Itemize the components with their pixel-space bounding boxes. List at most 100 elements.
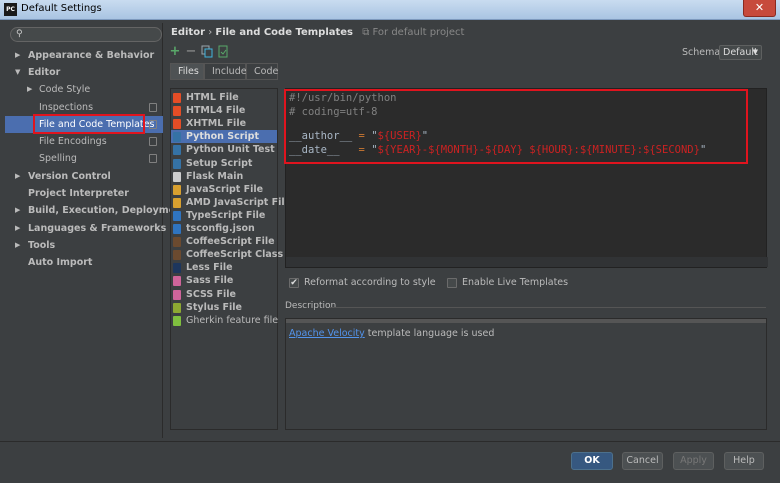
editor-horizontal-scrollbar[interactable] — [286, 257, 768, 267]
tab-includes[interactable]: Includes — [204, 63, 252, 80]
chevron-right-icon[interactable]: ▶ — [15, 237, 20, 254]
project-copy-icon — [149, 103, 157, 112]
template-item-html4-file[interactable]: HTML4 File — [171, 104, 277, 117]
file-type-icon — [173, 210, 181, 221]
apache-velocity-link[interactable]: Apache Velocity — [289, 328, 365, 339]
description-text: Apache Velocity template language is use… — [289, 328, 494, 339]
template-item-html-file[interactable]: HTML File — [171, 91, 277, 104]
template-item-coffeescript-file[interactable]: CoffeeScript File — [171, 235, 277, 248]
template-item-label: AMD JavaScript File — [186, 196, 292, 208]
template-item-label: TypeScript File — [186, 209, 266, 221]
reformat-checkbox[interactable]: ✔ — [289, 278, 299, 288]
description-top-stripe — [286, 319, 766, 323]
title-bar: PC Default Settings ✕ — [0, 0, 780, 20]
bottom-divider — [0, 441, 780, 442]
sidebar-item-appearance-behavior[interactable]: ▶ Appearance & Behavior — [5, 47, 163, 64]
chevron-right-icon[interactable]: ▶ — [15, 220, 20, 237]
reset-icon — [218, 45, 228, 58]
description-divider — [330, 307, 766, 308]
file-type-icon — [173, 119, 181, 130]
template-item-xhtml-file[interactable]: XHTML File — [171, 117, 277, 130]
breadcrumb-current: File and Code Templates — [215, 27, 354, 38]
tab-code[interactable]: Code — [246, 63, 278, 80]
sidebar-item-languages-frameworks[interactable]: ▶ Languages & Frameworks — [5, 220, 167, 237]
file-type-icon — [173, 184, 181, 195]
template-item-coffeescript-class[interactable]: CoffeeScript Class — [171, 248, 283, 261]
template-item-label: Stylus File — [186, 301, 243, 313]
template-item-amd-javascript-file[interactable]: AMD JavaScript File — [171, 196, 291, 209]
cancel-button[interactable]: Cancel — [622, 452, 663, 470]
sidebar-item-label: Languages & Frameworks — [28, 223, 167, 234]
template-item-less-file[interactable]: Less File — [171, 261, 277, 274]
breadcrumb-root: Editor — [171, 27, 205, 38]
sidebar-item-auto-import[interactable]: Auto Import — [5, 254, 163, 271]
template-item-sass-file[interactable]: Sass File — [171, 274, 277, 287]
template-item-label: Setup Script — [186, 157, 253, 169]
description-heading: Description — [285, 301, 337, 311]
chevron-right-icon[interactable]: ▶ — [15, 47, 20, 64]
file-type-icon — [173, 289, 181, 300]
chevron-right-icon[interactable]: ▶ — [27, 81, 32, 98]
copy-template-button[interactable] — [200, 45, 214, 59]
sidebar-item-file-encodings[interactable]: File Encodings — [5, 133, 163, 150]
chevron-right-icon[interactable]: ▶ — [15, 168, 20, 185]
file-type-icon — [173, 315, 181, 326]
apply-button[interactable]: Apply — [673, 452, 714, 470]
schema-select[interactable]: Default ▼ — [719, 45, 762, 60]
template-item-typescript-file[interactable]: TypeScript File — [171, 209, 277, 222]
template-item-gherkin-feature-file[interactable]: Gherkin feature file — [171, 314, 278, 327]
scope-text: For default project — [372, 27, 465, 38]
chevron-right-icon[interactable]: ▶ — [15, 202, 20, 219]
sidebar-item-build-execution-deployment[interactable]: ▶ Build, Execution, Deployment — [5, 202, 186, 219]
highlight-box-sidebar — [33, 114, 145, 134]
pycharm-app-icon: PC — [4, 3, 17, 16]
reset-template-button[interactable] — [216, 45, 230, 59]
add-template-button[interactable]: + — [168, 45, 182, 59]
sidebar-item-label: Tools — [28, 240, 56, 251]
template-item-setup-script[interactable]: Setup Script — [171, 157, 277, 170]
sidebar-item-project-interpreter[interactable]: Project Interpreter — [5, 185, 163, 202]
chevron-down-icon: ▼ — [752, 48, 758, 56]
remove-template-button[interactable]: − — [184, 45, 198, 59]
sidebar-item-label: Code Style — [39, 84, 91, 95]
breadcrumb: Editor › File and Code Templates ⧉ For d… — [171, 27, 464, 38]
file-type-icon — [173, 132, 181, 143]
template-item-tsconfig-json[interactable]: tsconfig.json — [171, 222, 277, 235]
sidebar-item-editor[interactable]: ▼ Editor — [5, 64, 163, 81]
project-copy-icon — [149, 154, 157, 163]
sidebar-item-version-control[interactable]: ▶ Version Control — [5, 168, 163, 185]
file-type-icon — [173, 237, 181, 248]
template-item-label: Python Unit Test — [186, 144, 275, 156]
template-item-javascript-file[interactable]: JavaScript File — [171, 183, 277, 196]
template-item-stylus-file[interactable]: Stylus File — [171, 301, 277, 314]
sidebar-item-code-style[interactable]: ▶ Code Style — [5, 81, 163, 98]
file-type-icon — [173, 171, 181, 182]
sidebar-item-spelling[interactable]: Spelling — [5, 150, 163, 167]
template-item-label: HTML File — [186, 92, 239, 103]
template-item-label: XHTML File — [186, 118, 247, 130]
template-item-flask-main[interactable]: Flask Main — [171, 170, 277, 183]
live-templates-checkbox[interactable] — [447, 278, 457, 288]
breadcrumb-separator: › — [208, 27, 213, 38]
sidebar-item-label: Appearance & Behavior — [28, 50, 155, 61]
help-button[interactable]: Help — [724, 452, 764, 470]
template-item-label: Sass File — [186, 275, 234, 287]
chevron-down-icon[interactable]: ▼ — [15, 64, 20, 81]
ok-button[interactable]: OK — [571, 452, 613, 470]
settings-search-input[interactable]: ⚲ — [10, 27, 162, 42]
template-item-scss-file[interactable]: SCSS File — [171, 288, 277, 301]
schema-label: Schema: — [682, 47, 724, 58]
file-type-icon — [173, 93, 181, 103]
description-panel: Apache Velocity template language is use… — [285, 318, 767, 430]
file-type-icon — [173, 197, 181, 208]
sidebar-item-tools[interactable]: ▶ Tools — [5, 237, 163, 254]
template-item-label: CoffeeScript Class — [186, 249, 284, 261]
close-button[interactable]: ✕ — [743, 0, 776, 17]
sidebar-item-label: Spelling — [39, 153, 77, 164]
copy-icon — [201, 45, 213, 58]
file-type-icon — [173, 106, 181, 117]
tab-files[interactable]: Files — [170, 63, 204, 80]
template-item-python-script[interactable]: Python Script — [171, 130, 277, 144]
template-item-python-unit-test[interactable]: Python Unit Test — [171, 143, 277, 156]
file-type-icon — [173, 145, 181, 156]
